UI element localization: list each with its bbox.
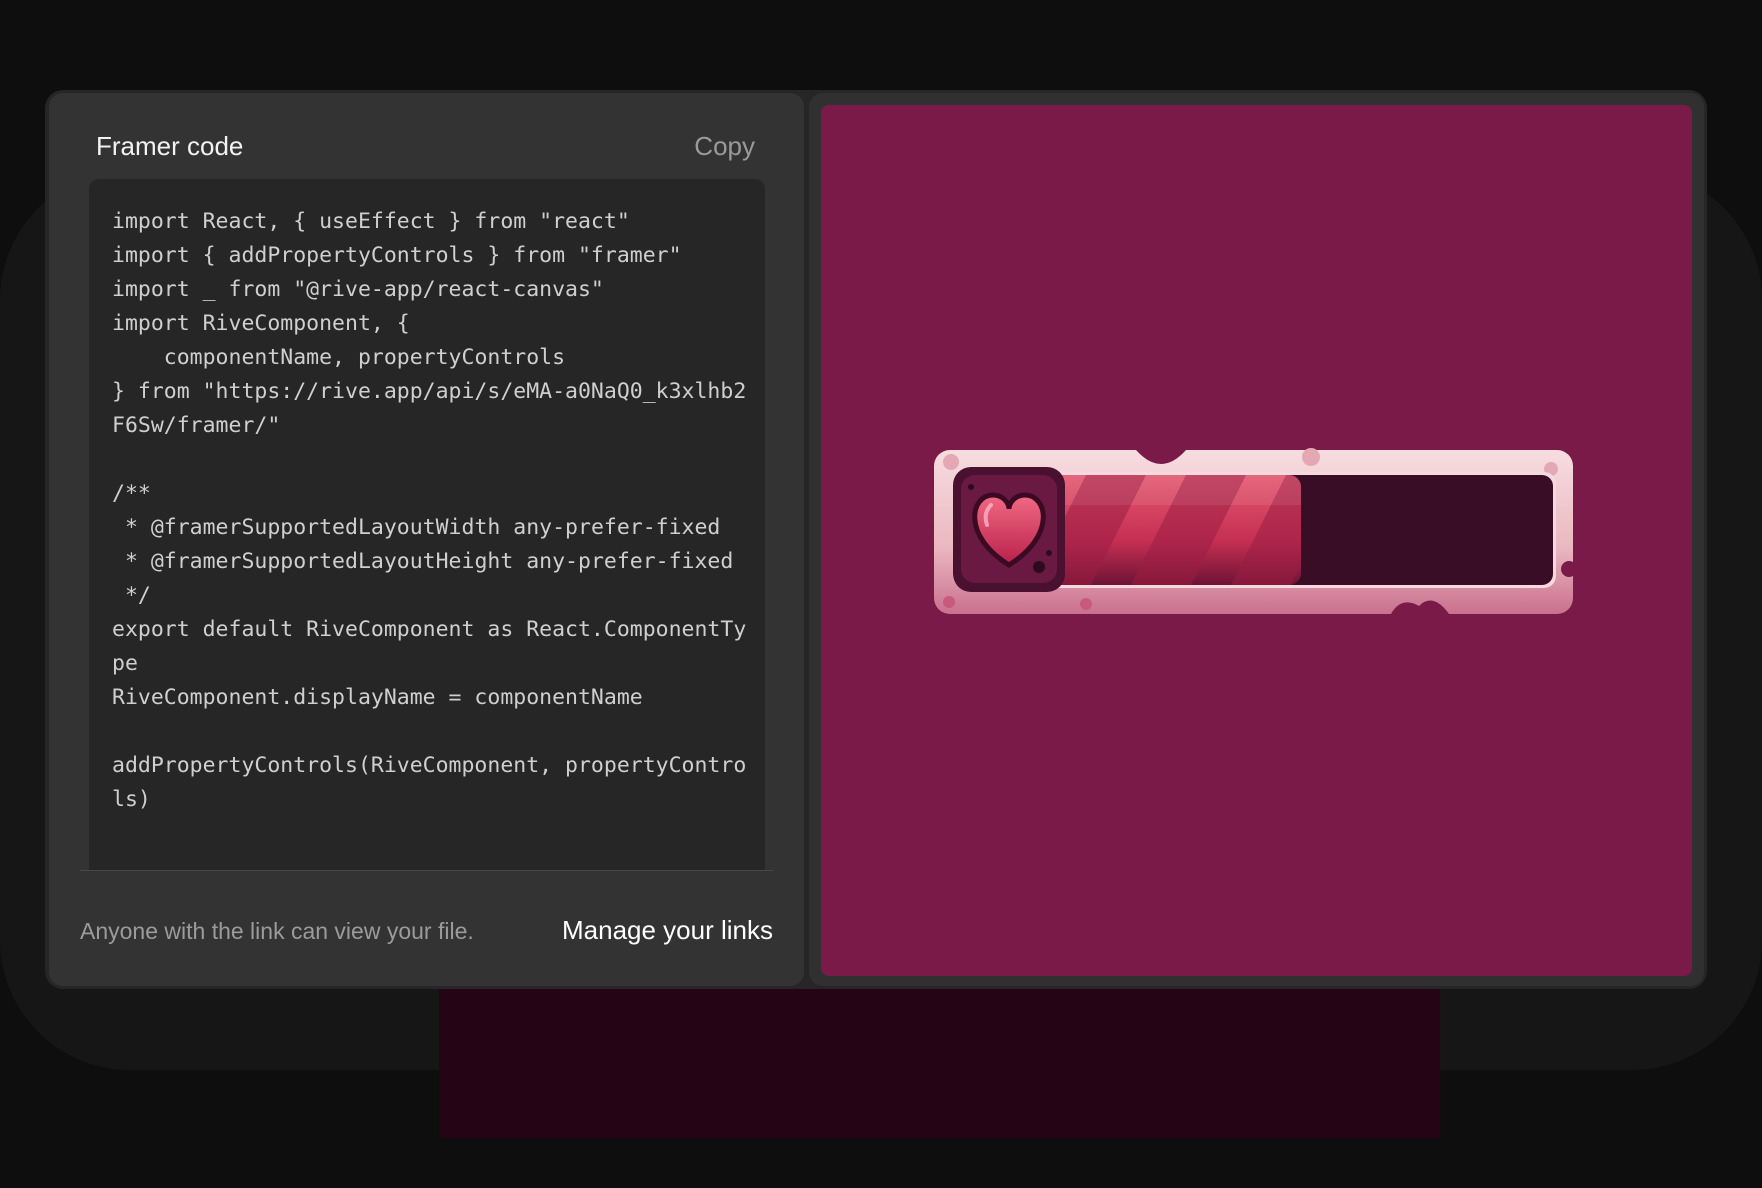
rive-preview-canvas[interactable]: [821, 105, 1692, 976]
link-visibility-note: Anyone with the link can view your file.: [80, 918, 474, 944]
code-block[interactable]: import React, { useEffect } from "react"…: [89, 179, 765, 870]
code-panel: Framer code Copy import React, { useEffe…: [49, 93, 804, 986]
code-text: import React, { useEffect } from "react"…: [112, 209, 747, 812]
preview-panel: [809, 93, 1704, 986]
backdrop-strip: [439, 985, 1440, 1138]
divider: [80, 870, 773, 871]
health-bar-graphic: [934, 448, 1576, 614]
panel-title: Framer code: [96, 131, 244, 161]
health-fill: [1036, 475, 1301, 585]
manage-links-button[interactable]: Manage your links: [562, 915, 773, 946]
copy-button[interactable]: Copy: [694, 131, 755, 162]
